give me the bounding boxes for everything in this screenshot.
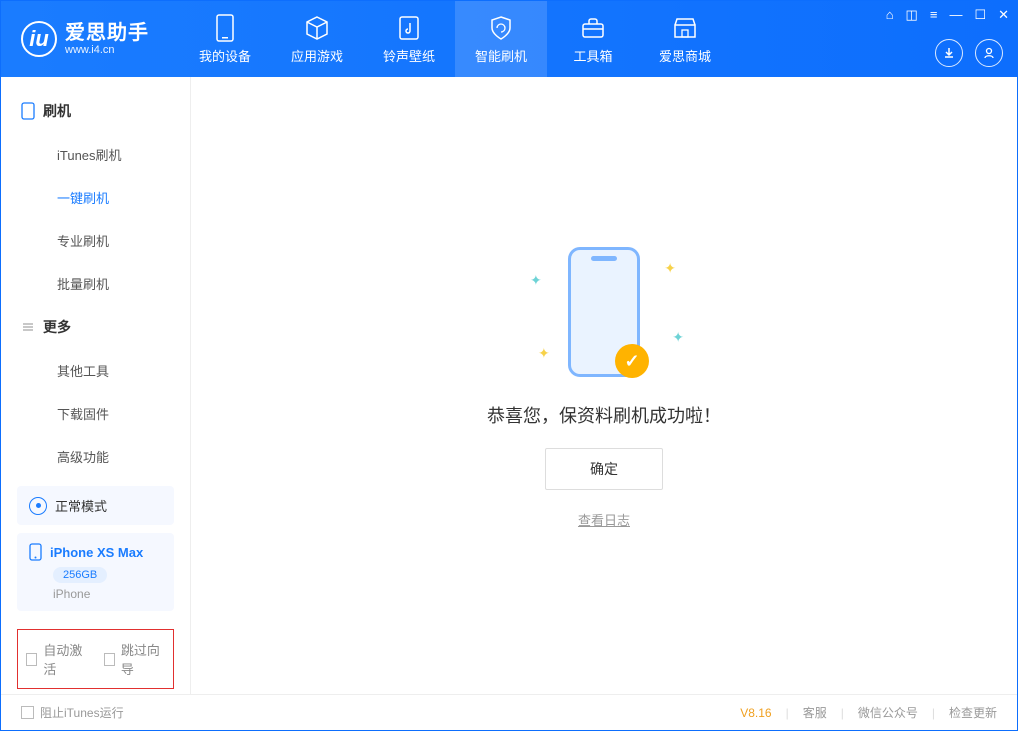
minimize-button[interactable]: — bbox=[949, 7, 962, 23]
sidebar-item-batch-flash[interactable]: 批量刷机 bbox=[1, 262, 190, 305]
sidebar-item-itunes-flash[interactable]: iTunes刷机 bbox=[1, 133, 190, 176]
cube-icon bbox=[303, 14, 331, 42]
sparkle-icon: ✦ bbox=[672, 329, 684, 346]
main-content: ✦ ✦ ✦ ✦ ✓ 恭喜您，保资料刷机成功啦！ 确定 查看日志 bbox=[191, 77, 1017, 694]
section-label: 更多 bbox=[43, 317, 71, 337]
checkbox-icon bbox=[26, 653, 37, 666]
highlighted-options: 自动激活 跳过向导 bbox=[17, 629, 174, 689]
checkbox-label: 阻止iTunes运行 bbox=[40, 704, 124, 721]
tab-ringtone-wallpaper[interactable]: 铃声壁纸 bbox=[363, 1, 455, 77]
sidebar-item-download-firmware[interactable]: 下载固件 bbox=[1, 392, 190, 435]
sparkle-icon: ✦ bbox=[530, 272, 542, 289]
tab-label: 铃声壁纸 bbox=[383, 46, 435, 65]
tab-smart-flash[interactable]: 智能刷机 bbox=[455, 1, 547, 77]
checkbox-block-itunes[interactable]: 阻止iTunes运行 bbox=[21, 704, 124, 721]
statusbar: 阻止iTunes运行 V8.16 | 客服 | 微信公众号 | 检查更新 bbox=[1, 694, 1017, 730]
main-tabs: 我的设备 应用游戏 铃声壁纸 智能刷机 工具箱 爱思商城 bbox=[179, 1, 731, 77]
version-label: V8.16 bbox=[740, 706, 771, 720]
app-title: 爱思助手 bbox=[65, 22, 149, 44]
store-icon bbox=[671, 14, 699, 42]
view-log-link[interactable]: 查看日志 bbox=[578, 510, 630, 529]
device-icon bbox=[211, 14, 239, 42]
sidebar-item-oneclick-flash[interactable]: 一键刷机 bbox=[1, 176, 190, 219]
check-update-link[interactable]: 检查更新 bbox=[949, 704, 997, 721]
sidebar-item-advanced[interactable]: 高级功能 bbox=[1, 435, 190, 478]
ok-button[interactable]: 确定 bbox=[545, 448, 663, 490]
tab-label: 应用游戏 bbox=[291, 46, 343, 65]
phone-icon bbox=[29, 543, 42, 561]
phone-illustration: ✓ bbox=[568, 247, 640, 377]
support-link[interactable]: 客服 bbox=[803, 704, 827, 721]
logo-icon: iu bbox=[21, 21, 57, 57]
device-name: iPhone XS Max bbox=[50, 545, 143, 560]
sidebar-item-other-tools[interactable]: 其他工具 bbox=[1, 349, 190, 392]
music-file-icon bbox=[395, 14, 423, 42]
titlebar: iu 爱思助手 www.i4.cn 我的设备 应用游戏 铃声壁纸 智能刷机 bbox=[1, 1, 1017, 77]
tab-label: 爱思商城 bbox=[659, 46, 711, 65]
checkbox-auto-activate[interactable]: 自动激活 bbox=[26, 640, 88, 678]
checkbox-icon bbox=[104, 653, 115, 666]
success-illustration: ✦ ✦ ✦ ✦ ✓ bbox=[514, 242, 694, 382]
app-url: www.i4.cn bbox=[65, 44, 149, 56]
tab-my-device[interactable]: 我的设备 bbox=[179, 1, 271, 77]
checkbox-skip-guide[interactable]: 跳过向导 bbox=[104, 640, 166, 678]
mode-label: 正常模式 bbox=[55, 496, 107, 515]
device-type: iPhone bbox=[53, 587, 162, 601]
close-button[interactable]: ✕ bbox=[998, 7, 1009, 23]
sparkle-icon: ✦ bbox=[664, 260, 676, 277]
sidebar-section-more: 更多 bbox=[1, 305, 190, 349]
refresh-shield-icon bbox=[487, 14, 515, 42]
window-controls: ⌂ ◫ ≡ — ☐ ✕ bbox=[886, 7, 1009, 23]
checkbox-label: 跳过向导 bbox=[121, 640, 165, 678]
tab-store[interactable]: 爱思商城 bbox=[639, 1, 731, 77]
app-logo: iu 爱思助手 www.i4.cn bbox=[21, 21, 149, 57]
app-window: iu 爱思助手 www.i4.cn 我的设备 应用游戏 铃声壁纸 智能刷机 bbox=[0, 0, 1018, 731]
wechat-link[interactable]: 微信公众号 bbox=[858, 704, 918, 721]
tab-label: 智能刷机 bbox=[475, 46, 527, 65]
menu-icon[interactable]: ≡ bbox=[930, 7, 938, 23]
maximize-button[interactable]: ☐ bbox=[974, 7, 986, 23]
success-message: 恭喜您，保资料刷机成功啦！ bbox=[487, 402, 721, 428]
toolbox-icon bbox=[579, 14, 607, 42]
checkbox-icon bbox=[21, 706, 34, 719]
header-actions bbox=[935, 39, 1003, 67]
sidebar-section-flash: 刷机 bbox=[1, 89, 190, 133]
account-button[interactable] bbox=[975, 39, 1003, 67]
section-label: 刷机 bbox=[43, 101, 71, 121]
download-button[interactable] bbox=[935, 39, 963, 67]
skin-icon[interactable]: ⌂ bbox=[886, 7, 894, 23]
check-badge-icon: ✓ bbox=[615, 344, 649, 378]
mode-box[interactable]: 正常模式 bbox=[17, 486, 174, 525]
list-icon bbox=[21, 320, 35, 334]
sparkle-icon: ✦ bbox=[538, 345, 550, 362]
body: 刷机 iTunes刷机 一键刷机 专业刷机 批量刷机 更多 其他工具 下载固件 … bbox=[1, 77, 1017, 694]
tab-apps-games[interactable]: 应用游戏 bbox=[271, 1, 363, 77]
tab-label: 工具箱 bbox=[573, 46, 612, 65]
tab-label: 我的设备 bbox=[199, 46, 251, 65]
sidebar-item-pro-flash[interactable]: 专业刷机 bbox=[1, 219, 190, 262]
phone-icon bbox=[21, 102, 35, 120]
checkbox-label: 自动激活 bbox=[43, 640, 87, 678]
mode-icon bbox=[29, 497, 47, 515]
device-box[interactable]: iPhone XS Max 256GB iPhone bbox=[17, 533, 174, 611]
sidebar: 刷机 iTunes刷机 一键刷机 专业刷机 批量刷机 更多 其他工具 下载固件 … bbox=[1, 77, 191, 694]
device-capacity: 256GB bbox=[53, 567, 107, 583]
feedback-icon[interactable]: ◫ bbox=[906, 7, 918, 23]
tab-toolbox[interactable]: 工具箱 bbox=[547, 1, 639, 77]
